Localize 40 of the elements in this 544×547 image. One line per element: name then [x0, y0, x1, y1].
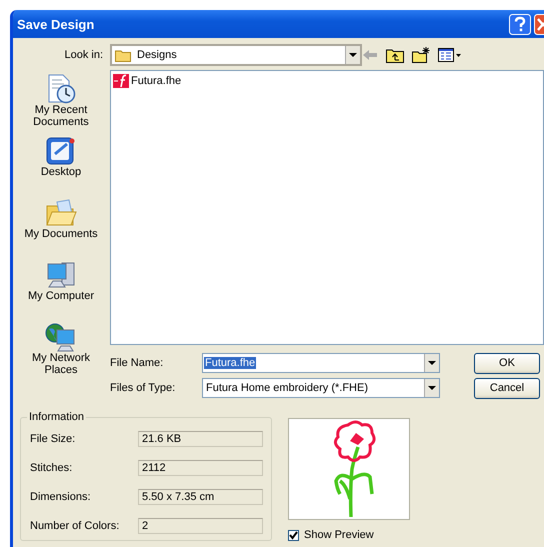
file-name-field[interactable]: Futura.fhe — [202, 353, 440, 373]
file-type-icon — [113, 74, 129, 88]
places-item[interactable]: My Computer — [21, 260, 101, 322]
info-label: File Size: — [30, 432, 76, 444]
file-name-label: File Name: — [110, 357, 164, 369]
caret-icon — [349, 53, 357, 57]
info-value: 2112 — [138, 460, 263, 476]
info-label: Dimensions: — [30, 490, 92, 502]
look-in-dropdown[interactable]: Designs — [110, 44, 362, 66]
folder-icon — [45, 198, 77, 228]
file-type-dropdown[interactable]: Futura Home embroidery (*.FHE) — [202, 378, 440, 398]
close-icon[interactable] — [534, 14, 544, 34]
cancel-button[interactable]: Cancel — [474, 378, 540, 398]
new-folder-icon[interactable] — [412, 47, 430, 63]
info-label: Number of Colors: — [30, 520, 120, 532]
window-title: Save Design — [17, 16, 94, 32]
info-value: 5.50 x 7.35 cm — [138, 488, 263, 504]
places-item[interactable]: My Recent Documents — [21, 74, 101, 136]
places-item[interactable]: Desktop — [21, 136, 101, 198]
places-item[interactable]: My Network Places — [21, 322, 101, 384]
file-type-label: Files of Type: — [110, 382, 176, 394]
up-folder-icon[interactable] — [386, 48, 404, 62]
info-label: Stitches: — [30, 462, 74, 474]
folder-icon — [115, 48, 131, 62]
network-computer-icon — [45, 322, 77, 352]
look-in-label: Look in: — [63, 49, 103, 61]
caret-icon — [428, 386, 436, 390]
caret-icon — [428, 361, 436, 365]
checkmark-icon — [289, 530, 298, 540]
places-item[interactable]: My Documents — [21, 198, 101, 260]
view-menu-icon[interactable] — [438, 48, 462, 62]
help-icon[interactable] — [509, 14, 531, 34]
show-preview-checkbox[interactable]: Show Preview — [288, 529, 410, 541]
file-item[interactable]: Futura.fhe — [113, 74, 541, 88]
ok-button[interactable]: OK — [474, 352, 540, 374]
group-title: Information — [27, 411, 86, 423]
info-value: 2 — [138, 518, 263, 534]
computer-icon — [45, 260, 77, 290]
desktop-icon — [45, 136, 77, 166]
info-value: 21.6 KB — [138, 430, 263, 446]
